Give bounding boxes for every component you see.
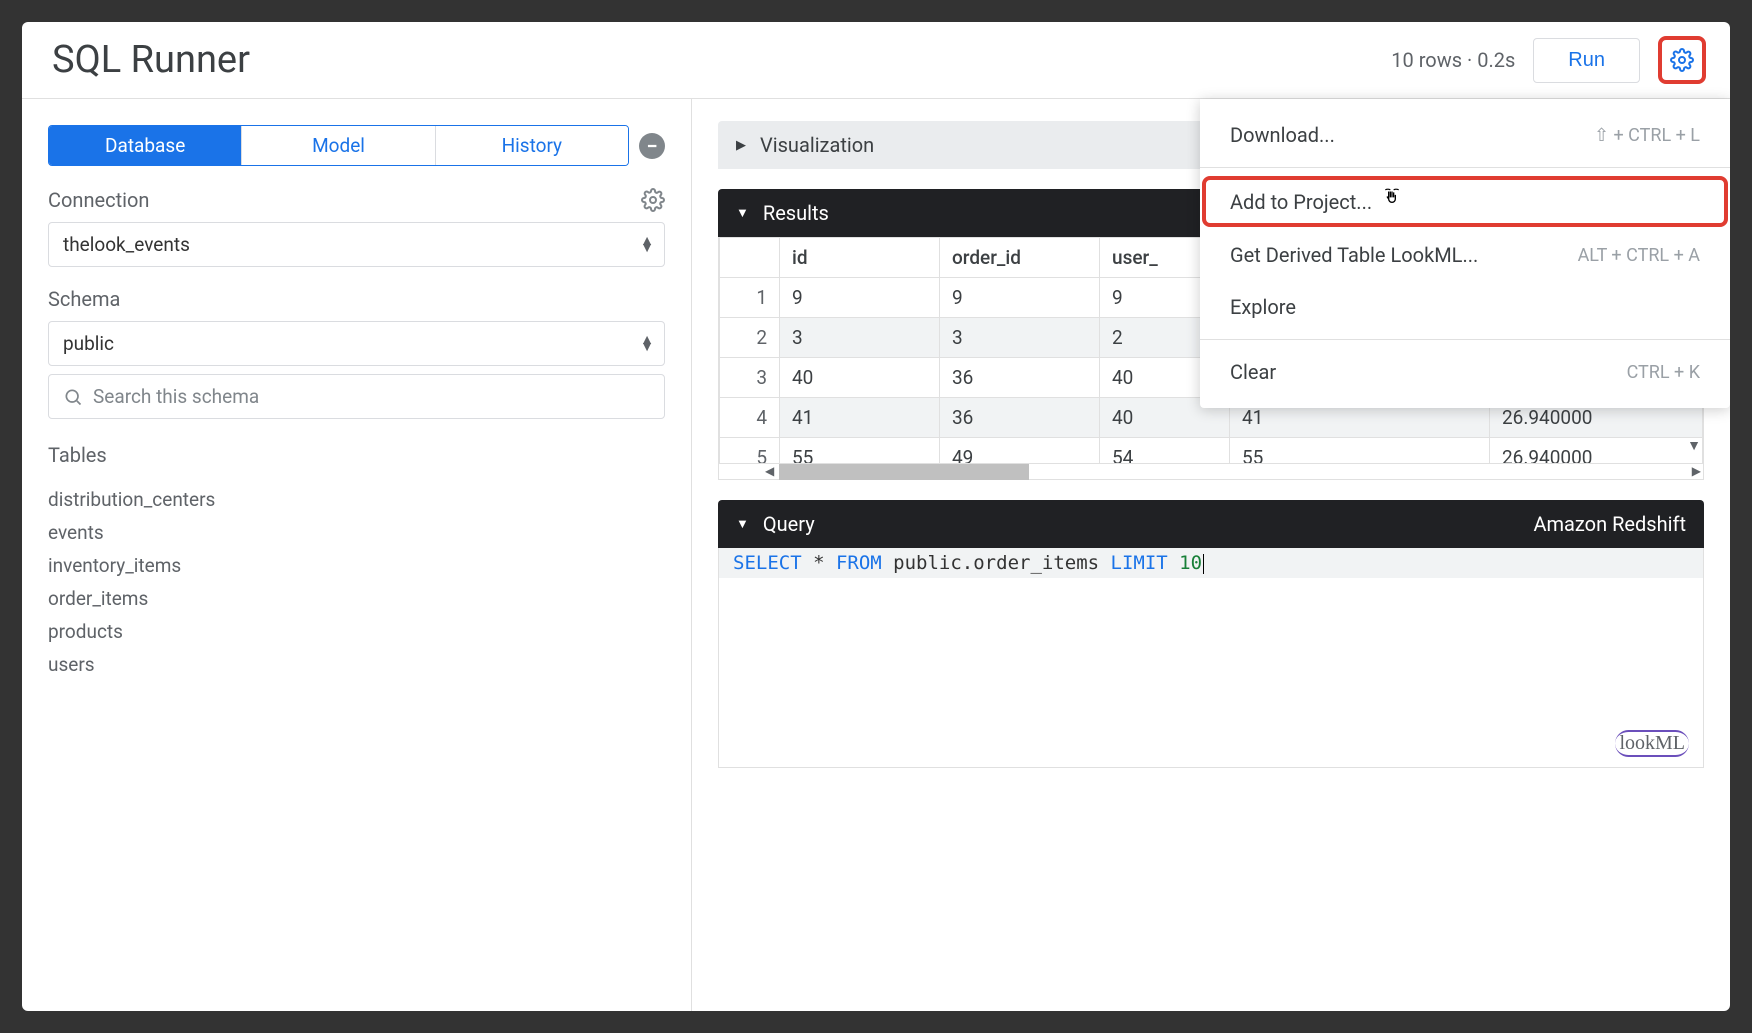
- query-panel-header[interactable]: ▼ Query Amazon Redshift: [718, 500, 1704, 548]
- tab-history[interactable]: History: [436, 126, 628, 165]
- page-title: SQL Runner: [52, 38, 250, 82]
- query-label: Query: [763, 512, 815, 536]
- table-item[interactable]: distribution_centers: [48, 483, 665, 516]
- text-cursor: [1203, 554, 1204, 574]
- collapse-sidebar-button[interactable]: −: [639, 133, 665, 159]
- tables-list: distribution_centers events inventory_it…: [48, 483, 665, 681]
- table-item[interactable]: order_items: [48, 582, 665, 615]
- menu-item-label: Add to Project...: [1230, 190, 1372, 214]
- app-window: SQL Runner 10 rows · 0.2s Run Database M…: [22, 22, 1730, 1011]
- sql-keyword: SELECT: [733, 552, 802, 574]
- query-code-line: SELECT * FROM public.order_items LIMIT 1…: [719, 548, 1703, 578]
- schema-value: public: [63, 332, 114, 355]
- connection-label: Connection: [48, 188, 149, 212]
- results-label: Results: [763, 201, 829, 225]
- header-right: 10 rows · 0.2s Run: [1391, 36, 1706, 84]
- main: ▶ Visualization ▼ Results: [692, 99, 1730, 1011]
- schema-search-input[interactable]: Search this schema: [48, 374, 665, 419]
- menu-item-shortcut: ⇧ + CTRL + L: [1594, 125, 1700, 146]
- chevron-down-icon: ▼: [736, 205, 749, 221]
- connection-select[interactable]: thelook_events ▲▼: [48, 222, 665, 267]
- sql-keyword: LIMIT: [1111, 552, 1168, 574]
- menu-item-label: Get Derived Table LookML...: [1230, 243, 1478, 267]
- menu-item-add-to-project[interactable]: Add to Project...: [1200, 174, 1730, 229]
- sql-text: public.order_items: [882, 552, 1111, 574]
- body: Database Model History − Connection: [22, 99, 1730, 1011]
- col-header[interactable]: order_id: [940, 238, 1100, 278]
- sidebar-tabs: Database Model History: [48, 125, 629, 166]
- sidebar: Database Model History − Connection: [22, 99, 692, 1011]
- row-num-header: [720, 238, 780, 278]
- settings-dropdown-menu: Download... ⇧ + CTRL + L Add to Project.…: [1200, 99, 1730, 408]
- menu-item-label: Download...: [1230, 123, 1335, 147]
- sql-text: *: [802, 552, 836, 574]
- sidebar-top: Database Model History −: [48, 125, 665, 166]
- query-engine-label: Amazon Redshift: [1533, 512, 1686, 536]
- settings-menu-button[interactable]: [1658, 36, 1706, 84]
- menu-item-label: Explore: [1230, 295, 1296, 319]
- tab-model[interactable]: Model: [242, 126, 435, 165]
- run-time: 0.2s: [1477, 48, 1515, 72]
- schema-section: Schema public ▲▼ Search this schema: [48, 287, 665, 419]
- menu-item-shortcut: ALT + CTRL + A: [1578, 245, 1700, 266]
- table-item[interactable]: users: [48, 648, 665, 681]
- table-item[interactable]: events: [48, 516, 665, 549]
- query-panel: ▼ Query Amazon Redshift SELECT * FROM pu…: [718, 500, 1704, 768]
- query-editor[interactable]: SELECT * FROM public.order_items LIMIT 1…: [718, 548, 1704, 768]
- menu-item-label: Clear: [1230, 360, 1276, 384]
- scroll-left-icon[interactable]: ◀: [765, 464, 774, 478]
- sql-number: 10: [1168, 552, 1202, 574]
- connection-section: Connection thelook_events ▲▼: [48, 188, 665, 267]
- visualization-label: Visualization: [760, 133, 874, 157]
- lookml-badge[interactable]: lookML: [1615, 730, 1689, 757]
- scroll-down-icon[interactable]: ▼: [1687, 437, 1701, 454]
- scrollbar-thumb[interactable]: [779, 464, 1029, 480]
- pointer-cursor-icon: [1382, 188, 1402, 215]
- header: SQL Runner 10 rows · 0.2s Run: [22, 22, 1730, 99]
- menu-item-shortcut: CTRL + K: [1627, 362, 1700, 383]
- connection-gear-icon[interactable]: [641, 188, 665, 212]
- horizontal-scrollbar[interactable]: ◀ ▶: [719, 463, 1703, 479]
- chevron-down-icon: ▼: [736, 516, 749, 532]
- menu-item-derived-table[interactable]: Get Derived Table LookML... ALT + CTRL +…: [1200, 229, 1730, 281]
- table-row: 5 55 49 54 55 26.940000: [720, 438, 1703, 464]
- table-item[interactable]: products: [48, 615, 665, 648]
- schema-label: Schema: [48, 287, 665, 311]
- run-rows: 10 rows: [1391, 48, 1462, 72]
- connection-value: thelook_events: [63, 233, 190, 256]
- search-placeholder: Search this schema: [93, 385, 259, 408]
- tab-database[interactable]: Database: [49, 126, 242, 165]
- menu-item-explore[interactable]: Explore: [1200, 281, 1730, 333]
- tables-label: Tables: [48, 443, 665, 467]
- col-header[interactable]: id: [780, 238, 940, 278]
- scroll-right-icon[interactable]: ▶: [1692, 464, 1701, 478]
- minus-icon: −: [646, 134, 657, 158]
- chevron-right-icon: ▶: [736, 138, 746, 153]
- menu-divider: [1200, 339, 1730, 340]
- menu-item-download[interactable]: Download... ⇧ + CTRL + L: [1200, 109, 1730, 161]
- run-status: 10 rows · 0.2s: [1391, 48, 1515, 72]
- run-button[interactable]: Run: [1533, 38, 1640, 83]
- menu-divider: [1200, 167, 1730, 168]
- updown-icon: ▲▼: [640, 337, 650, 351]
- updown-icon: ▲▼: [640, 238, 650, 252]
- schema-select[interactable]: public ▲▼: [48, 321, 665, 366]
- menu-item-clear[interactable]: Clear CTRL + K: [1200, 346, 1730, 398]
- table-item[interactable]: inventory_items: [48, 549, 665, 582]
- gear-icon: [1670, 48, 1694, 72]
- sql-keyword: FROM: [836, 552, 882, 574]
- search-icon: [63, 387, 83, 407]
